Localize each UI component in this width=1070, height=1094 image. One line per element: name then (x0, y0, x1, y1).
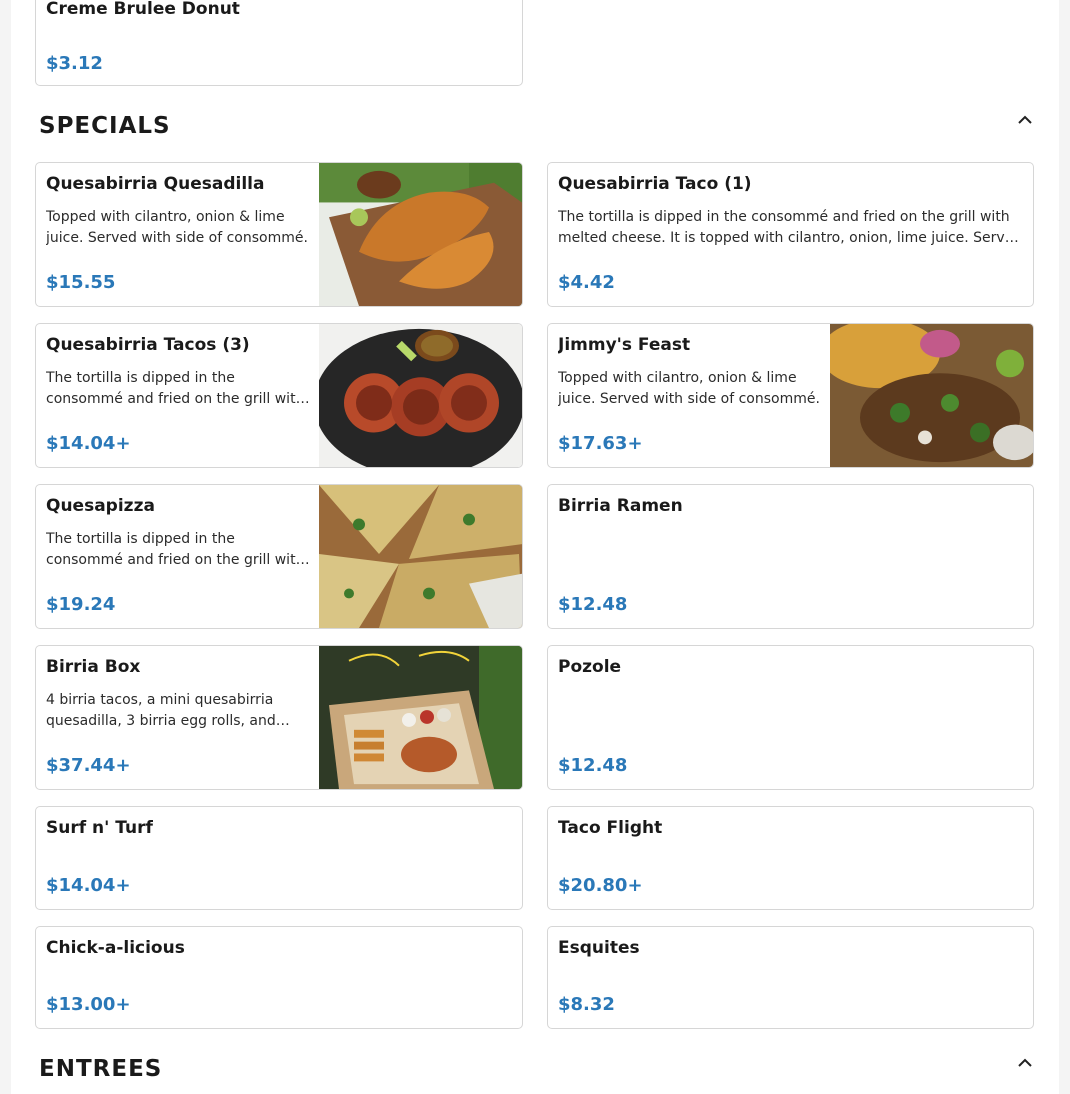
item-price: $15.55 (46, 272, 116, 293)
item-price: $3.12 (46, 53, 103, 74)
item-name: Quesabirria Tacos (3) (46, 335, 250, 355)
menu-item-card[interactable]: Birria Ramen $12.48 (547, 484, 1034, 629)
menu-page: Creme Brulee Donut $3.12 SPECIALS Quesab… (11, 0, 1059, 1094)
item-name: Pozole (558, 657, 622, 677)
chevron-up-icon[interactable] (1018, 1058, 1032, 1068)
menu-item-card[interactable]: Quesabirria Tacos (3) The tortilla is di… (35, 323, 523, 468)
menu-item-card[interactable]: Quesabirria Taco (1) The tortilla is dip… (547, 162, 1034, 307)
menu-item-card[interactable]: Taco Flight $20.80+ (547, 806, 1034, 910)
menu-item-card[interactable]: Creme Brulee Donut $3.12 (35, 0, 523, 86)
item-price: $20.80+ (558, 875, 643, 896)
quesapizza-photo (319, 485, 522, 628)
item-name: Quesabirria Quesadilla (46, 174, 265, 194)
item-price: $37.44+ (46, 755, 131, 776)
item-description: The tortilla is dipped in the consommé a… (558, 209, 1023, 246)
item-price: $13.00+ (46, 994, 131, 1015)
quesadilla-photo (319, 163, 522, 306)
item-name: Birria Ramen (558, 496, 683, 516)
item-name: Jimmy's Feast (558, 335, 691, 355)
menu-item-card[interactable]: Pozole $12.48 (547, 645, 1034, 790)
item-price: $12.48 (558, 755, 628, 776)
item-price: $19.24 (46, 594, 116, 615)
menu-item-card[interactable]: Esquites $8.32 (547, 926, 1034, 1029)
menu-item-card[interactable]: Quesapizza The tortilla is dipped in the… (35, 484, 523, 629)
item-name: Quesabirria Taco (1) (558, 174, 752, 194)
chevron-up-icon[interactable] (1018, 115, 1032, 125)
item-name: Quesapizza (46, 496, 155, 516)
menu-item-card[interactable]: Birria Box 4 birria tacos, a mini quesab… (35, 645, 523, 790)
item-name: Surf n' Turf (46, 818, 153, 838)
item-price: $4.42 (558, 272, 615, 293)
tacos-photo (319, 324, 522, 467)
item-price: $8.32 (558, 994, 615, 1015)
menu-item-card[interactable]: Chick-a-licious $13.00+ (35, 926, 523, 1029)
item-description: Topped with cilantro, onion & lime juice… (46, 209, 308, 246)
item-price: $14.04+ (46, 433, 131, 454)
item-name: Creme Brulee Donut (46, 0, 240, 19)
item-name: Chick-a-licious (46, 938, 185, 958)
item-price: $14.04+ (46, 875, 131, 896)
section-title-specials: SPECIALS (39, 113, 171, 139)
section-title-entrees: ENTREES (39, 1056, 163, 1082)
birria-box-photo (319, 646, 522, 789)
feast-photo (830, 324, 1033, 467)
item-price: $17.63+ (558, 433, 643, 454)
item-description: Topped with cilantro, onion & lime juice… (558, 370, 820, 407)
menu-item-card[interactable]: Quesabirria Quesadilla Topped with cilan… (35, 162, 523, 307)
item-name: Taco Flight (558, 818, 663, 838)
item-name: Birria Box (46, 657, 141, 677)
menu-item-card[interactable]: Jimmy's Feast Topped with cilantro, onio… (547, 323, 1034, 468)
item-description: The tortilla is dipped in the consommé a… (46, 370, 305, 407)
menu-item-card[interactable]: Surf n' Turf $14.04+ (35, 806, 523, 910)
item-name: Esquites (558, 938, 640, 958)
item-price: $12.48 (558, 594, 628, 615)
item-description: The tortilla is dipped in the consommé a… (46, 531, 305, 568)
item-description: 4 birria tacos, a mini quesabirria quesa… (46, 692, 276, 729)
